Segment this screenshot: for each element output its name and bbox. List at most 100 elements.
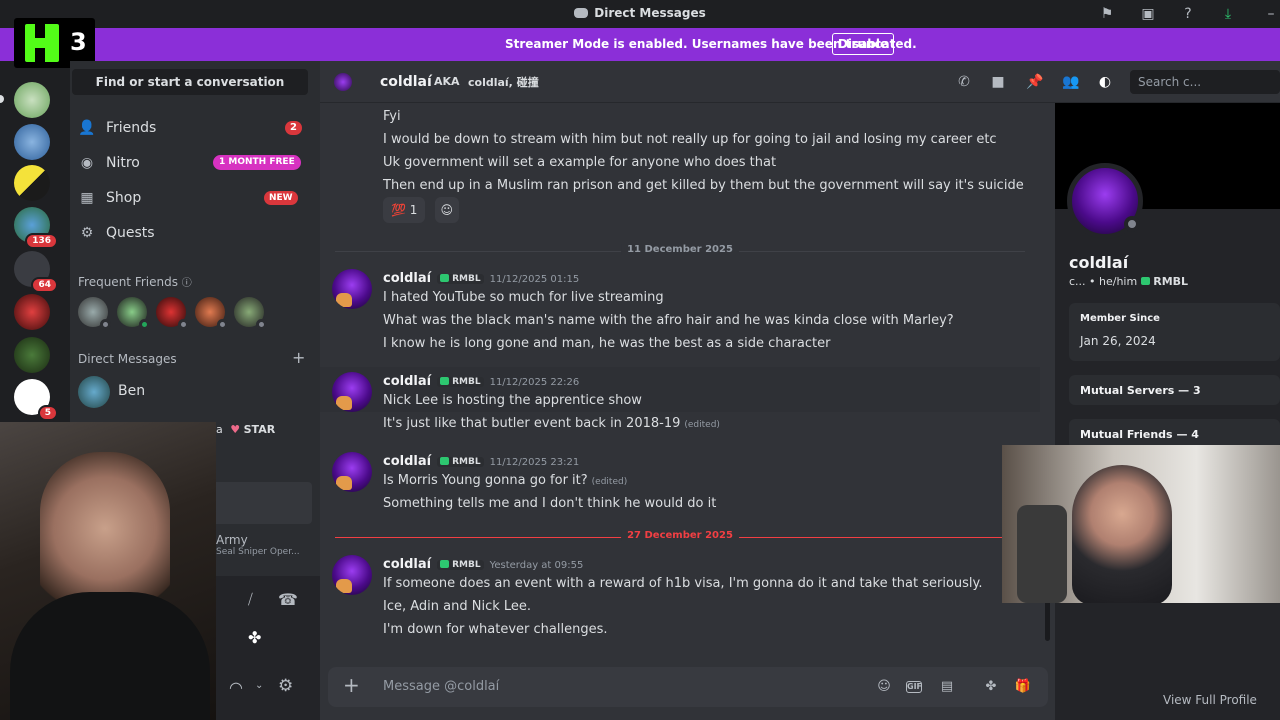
guild-tag: RMBL [437, 457, 484, 467]
reaction-100[interactable]: 💯 1 [383, 197, 426, 223]
server-pill [0, 95, 4, 103]
message-input[interactable]: Message @coldlaí [383, 679, 499, 694]
mutual-servers[interactable]: Mutual Servers — 3 [1069, 375, 1280, 405]
server-icon[interactable]: 5 [14, 379, 58, 421]
view-full-profile-link[interactable]: View Full Profile [1163, 693, 1257, 707]
frequent-friend-avatar[interactable] [117, 297, 150, 330]
search-input[interactable]: Search c... [1130, 70, 1280, 94]
chat-header-name: coldlaí [380, 74, 432, 90]
nitro-badge: 1 MONTH FREE [213, 155, 301, 170]
message-line: Is Morris Young gonna go for it? (edited) [383, 473, 628, 488]
streamer-mode-banner: Streamer Mode is enabled. Usernames have… [0, 28, 1280, 61]
dm-name: Ben [118, 383, 146, 399]
discord-app: Direct Messages ⚑ ▣ ? ⤓ – Streamer Mode … [0, 0, 1280, 720]
logo-number: 3 [70, 28, 87, 56]
inbox-flag-icon[interactable]: ⚑ [1098, 5, 1116, 23]
message-timestamp: Yesterday at 09:55 [489, 560, 584, 571]
message-author[interactable]: coldlaí [383, 374, 431, 389]
dm-item-army[interactable]: Army Seal Sniper Oper... [216, 533, 316, 557]
message-line: What was the black man's name with the a… [383, 313, 954, 328]
avatar [78, 376, 110, 408]
headset-icon[interactable]: ◠ [229, 678, 243, 697]
apps-icon[interactable]: ✤ [982, 678, 1000, 696]
message-author[interactable]: coldlaí [383, 454, 431, 469]
guild-tag: RMBL [1141, 275, 1188, 288]
streamer-body [10, 592, 210, 720]
friends-icon: 👤 [78, 120, 96, 136]
help-icon[interactable]: ? [1179, 5, 1197, 23]
dm-item-star[interactable]: a ♥ STAR [216, 423, 275, 436]
voice-call-icon[interactable]: ✆ [956, 74, 972, 90]
message-avatar[interactable] [332, 555, 372, 595]
dm-item-selected[interactable] [212, 482, 312, 524]
frequent-friend-avatar[interactable] [78, 297, 111, 330]
message-line: I know he is long gone and man, he was t… [383, 336, 831, 351]
nav-quests[interactable]: ⚙ Quests [78, 216, 312, 250]
sticker-icon[interactable]: ▤ [938, 678, 956, 696]
find-conversation-button[interactable]: Find or start a conversation [72, 69, 308, 95]
frequent-friend-avatar[interactable] [156, 297, 189, 330]
title-bar: Direct Messages ⚑ ▣ ? ⤓ – [0, 0, 1280, 28]
add-reaction-icon[interactable]: ☺ [434, 197, 460, 223]
message-timestamp: 11/12/2025 23:21 [489, 457, 580, 468]
server-icon[interactable] [14, 337, 50, 373]
emoji-icon[interactable]: ☺ [875, 678, 893, 696]
minimize-icon[interactable]: – [1262, 5, 1280, 23]
message-timestamp: 11/12/2025 01:15 [489, 274, 580, 285]
guest-person [1072, 465, 1172, 603]
message-author[interactable]: coldlaí [383, 557, 431, 572]
settings-gear-icon[interactable]: ⚙ [278, 676, 293, 696]
server-icon[interactable] [14, 165, 50, 201]
disable-button[interactable]: Disable [832, 33, 894, 55]
deafen-icon[interactable]: ⧸ [248, 592, 253, 608]
frequent-friend-avatar[interactable] [195, 297, 228, 330]
aka-values: coldlaí, 碰撞 [468, 76, 539, 89]
disconnect-icon[interactable]: ☎ [278, 590, 298, 609]
message-avatar[interactable] [332, 372, 372, 412]
chat-scrollbar[interactable] [1045, 601, 1050, 641]
dm-item-ben[interactable]: Ben [78, 375, 312, 409]
attach-plus-icon[interactable]: + [343, 675, 363, 695]
nav-shop[interactable]: ▦ Shop NEW [78, 181, 312, 215]
profile-avatar[interactable] [1067, 163, 1143, 239]
profile-name: coldlaí [1069, 253, 1129, 272]
inbox-icon[interactable]: ▣ [1139, 5, 1157, 23]
server-icon[interactable] [14, 124, 50, 160]
logo-letter [25, 24, 59, 62]
message-avatar[interactable] [332, 269, 372, 309]
guild-tag: RMBL [437, 560, 484, 570]
nitro-icon: ◉ [80, 155, 94, 171]
server-icon[interactable]: 64 [14, 251, 58, 293]
gift-icon[interactable]: 🎁 [1014, 678, 1032, 696]
activities-icon[interactable]: ✤ [248, 628, 261, 647]
server-icon[interactable] [14, 294, 50, 330]
frequent-friend-avatar[interactable] [234, 297, 267, 330]
webcam-overlay-right [1002, 445, 1280, 603]
server-icon[interactable]: 136 [14, 207, 58, 249]
server-icon[interactable] [14, 82, 50, 118]
server-badge: 5 [37, 405, 58, 421]
download-icon[interactable]: ⤓ [1219, 5, 1237, 23]
quests-icon: ⚙ [80, 225, 94, 241]
pin-icon[interactable]: 📌 [1026, 74, 1043, 90]
user-profile-icon[interactable]: ◐ [1097, 74, 1113, 90]
add-friends-icon[interactable]: 👥 [1062, 74, 1079, 90]
video-call-icon[interactable]: ■ [990, 74, 1006, 90]
profile-subtitle: c... • he/him RMBL [1069, 275, 1189, 288]
create-dm-button[interactable]: + [292, 348, 305, 367]
user-area: ⧸ ☎ ✤ ◠ ⌄ ⚙ [216, 576, 320, 720]
message-avatar[interactable] [332, 452, 372, 492]
nav-nitro[interactable]: ◉ Nitro 1 MONTH FREE [78, 146, 312, 180]
direct-messages-header: Direct Messages [78, 352, 177, 366]
chevron-down-icon[interactable]: ⌄ [255, 680, 263, 691]
message-author[interactable]: coldlaí [383, 271, 431, 286]
message-line: I hated YouTube so much for live streami… [383, 290, 664, 305]
gaming-chair [1017, 505, 1067, 603]
message-line: Uk government will set a example for any… [383, 155, 777, 170]
shop-icon: ▦ [80, 190, 94, 206]
gif-icon[interactable]: GIF [906, 681, 922, 693]
member-since-card: Member Since Jan 26, 2024 [1069, 303, 1280, 361]
reactions: 💯 1 ☺ [383, 197, 463, 223]
nav-friends[interactable]: 👤 Friends 2 [78, 111, 312, 145]
guild-tag: RMBL [437, 377, 484, 387]
